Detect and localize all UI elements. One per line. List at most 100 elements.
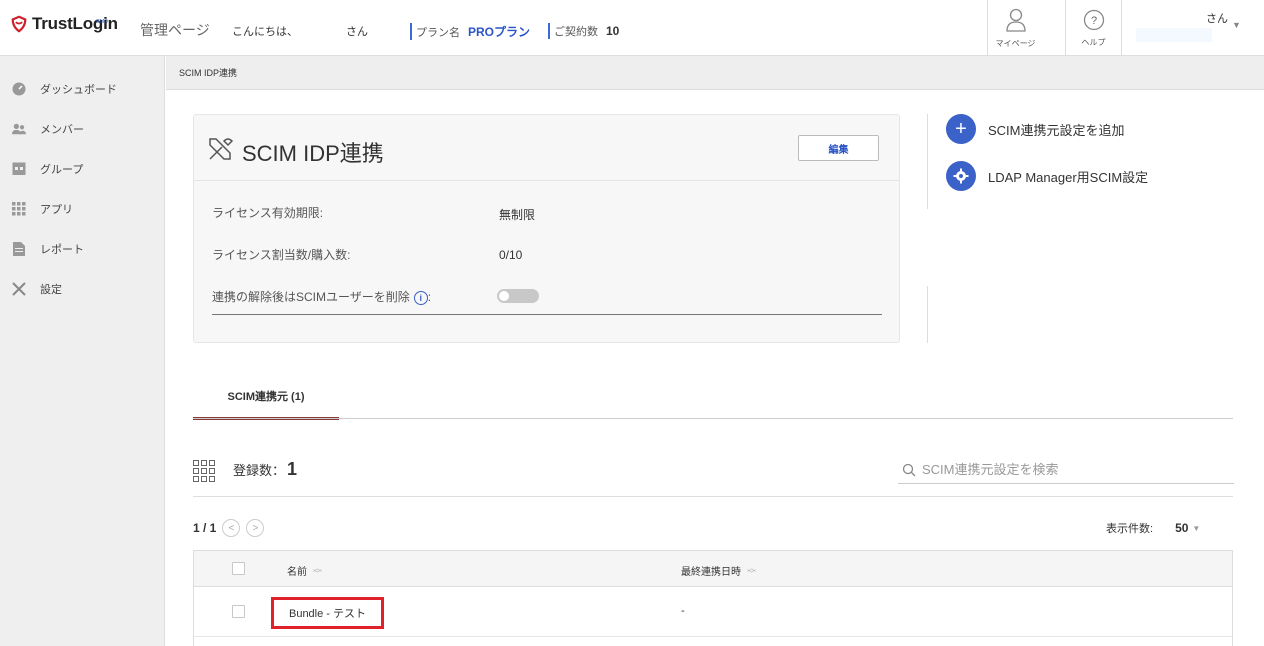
license-count-value: 0/10 xyxy=(499,248,523,262)
sidebar-item-members[interactable]: メンバー xyxy=(0,109,164,149)
gear-icon xyxy=(946,161,976,191)
sidebar-item-apps[interactable]: アプリ xyxy=(0,189,164,229)
sidebar-item-group[interactable]: グループ xyxy=(0,149,164,189)
plan-info: プラン名 PROプラン xyxy=(410,23,530,40)
sidebar-item-label: メンバー xyxy=(40,124,84,136)
plan-label: プラン名 xyxy=(416,26,460,39)
settings-tools-icon xyxy=(12,282,26,296)
column-header-last-sync-label: 最終連携日時 xyxy=(681,567,741,578)
shield-logo-icon xyxy=(11,15,27,33)
contract-info: ご契約数 10 xyxy=(548,23,619,39)
caret-down-icon: ▼ xyxy=(1232,20,1241,30)
card-divider xyxy=(212,314,882,315)
dashboard-icon xyxy=(12,82,26,96)
delete-after-unlink-colon: : xyxy=(427,290,432,304)
delete-after-unlink-label: 連携の解除後はSCIMユーザーを削除 i: xyxy=(212,288,431,305)
admin-page-label: 管理ページ xyxy=(140,22,210,38)
mypage-label: マイページ xyxy=(995,38,1036,48)
registered-count: 登録数： 1 xyxy=(233,459,297,480)
registered-count-value: 1 xyxy=(287,459,298,479)
logo-sub: GMO xyxy=(96,19,108,25)
ldap-manager-scim-action[interactable]: LDAP Manager用SCIM設定 xyxy=(946,161,1148,191)
sidebar-item-label: ダッシュボード xyxy=(40,84,117,96)
right-divider xyxy=(927,286,928,343)
grid-view-icon[interactable] xyxy=(193,460,215,482)
person-icon xyxy=(1005,8,1026,32)
sidebar-item-report[interactable]: レポート xyxy=(0,229,164,269)
row-name: Bundle - テスト xyxy=(288,608,367,620)
greeting: こんにちは、 さん xyxy=(232,23,368,39)
per-page-label: 表示件数: xyxy=(1106,523,1154,535)
page-indicator: 1 / 1 xyxy=(193,521,217,535)
delete-after-unlink-text: 連携の解除後はSCIMユーザーを削除 xyxy=(212,290,410,304)
row-checkbox[interactable] xyxy=(232,605,245,618)
tab-scim-sources[interactable]: SCIM連携元 (1) xyxy=(193,374,339,420)
user-sub-redacted xyxy=(1136,28,1212,42)
report-icon xyxy=(12,242,26,256)
top-header: TrustLogin GMO 管理ページ こんにちは、 さん プラン名 PROプ… xyxy=(0,0,1264,56)
help-label: ヘルプ xyxy=(1081,37,1106,47)
search-box xyxy=(898,456,1234,484)
caret-down-icon: ▼ xyxy=(1192,523,1201,533)
toggle-knob xyxy=(499,291,509,301)
scim-sources-table: 名前 ︿ ﹀ 最終連携日時 ︿ ﹀ Bundle - テスト - xyxy=(193,550,1233,646)
sidebar-item-label: グループ xyxy=(40,164,84,176)
user-name-redacted xyxy=(1140,10,1202,24)
per-page-value: 50 xyxy=(1175,521,1189,535)
add-scim-source-label: SCIM連携元設定を追加 xyxy=(988,122,1125,138)
user-menu[interactable]: さん ▼ xyxy=(1121,0,1264,56)
edit-button[interactable]: 編集 xyxy=(798,135,879,161)
card-title: SCIM IDP連携 xyxy=(242,141,384,166)
contract-value: 10 xyxy=(606,24,620,38)
column-header-last-sync[interactable]: 最終連携日時 ︿ ﹀ xyxy=(681,563,756,578)
members-icon xyxy=(12,122,26,136)
scim-idp-card: SCIM IDP連携 編集 ライセンス有効期限: 無制限 ライセンス割当数/購入… xyxy=(193,114,900,343)
help-icon: ? xyxy=(1083,9,1104,30)
column-header-name[interactable]: 名前 ︿ ﹀ xyxy=(287,563,322,578)
search-input[interactable] xyxy=(922,462,1222,477)
user-suffix: さん xyxy=(1206,13,1228,25)
license-count-label: ライセンス割当数/購入数: xyxy=(212,248,351,262)
pagination: 1 / 1 < > xyxy=(193,519,265,537)
column-header-name-label: 名前 xyxy=(287,567,307,578)
mypage-button[interactable]: マイページ xyxy=(987,0,1043,56)
tools-icon xyxy=(209,138,234,160)
row-last-sync: - xyxy=(681,605,685,617)
per-page-selector[interactable]: 表示件数: 50 ▼ xyxy=(1106,520,1200,536)
table-header: 名前 ︿ ﹀ 最終連携日時 ︿ ﹀ xyxy=(194,551,1232,587)
sidebar-item-dashboard[interactable]: ダッシュボード xyxy=(0,69,164,109)
delete-users-toggle[interactable] xyxy=(497,289,539,303)
select-all-checkbox[interactable] xyxy=(232,562,245,575)
prev-page-button[interactable]: < xyxy=(222,519,241,537)
breadcrumb: SCIM IDP連携 xyxy=(166,56,1264,90)
card-header: SCIM IDP連携 編集 xyxy=(194,115,899,181)
group-icon xyxy=(12,162,26,176)
next-page-button[interactable]: > xyxy=(246,519,265,537)
plan-value: PROプラン xyxy=(468,25,531,39)
greeting-prefix: こんにちは、 xyxy=(232,26,298,38)
add-scim-source-action[interactable]: + SCIM連携元設定を追加 xyxy=(946,114,1125,144)
table-row[interactable]: Bundle - テスト - xyxy=(194,587,1232,637)
sort-icon: ︿ ﹀ xyxy=(747,562,757,579)
license-expiry-value: 無制限 xyxy=(499,208,536,222)
count-divider xyxy=(193,496,1233,497)
sidebar-item-settings[interactable]: 設定 xyxy=(0,269,164,309)
plus-icon: + xyxy=(946,114,976,144)
apps-icon xyxy=(12,202,26,216)
user-name-redacted xyxy=(300,24,344,38)
contract-label: ご契約数 xyxy=(554,26,598,38)
ldap-manager-scim-label: LDAP Manager用SCIM設定 xyxy=(988,169,1149,185)
tab-divider xyxy=(193,418,1233,419)
svg-text:?: ? xyxy=(1090,15,1096,27)
sidebar: ダッシュボード メンバー グループ アプリ レポート 設定 xyxy=(0,56,165,646)
row-name-cell-highlighted[interactable]: Bundle - テスト xyxy=(271,597,384,629)
sidebar-item-label: 設定 xyxy=(40,284,62,296)
registered-count-label: 登録数： xyxy=(233,463,286,478)
greeting-suffix: さん xyxy=(346,26,368,38)
help-button[interactable]: ? ヘルプ xyxy=(1065,0,1121,56)
sort-icon: ︿ ﹀ xyxy=(313,562,323,579)
search-icon xyxy=(902,463,916,476)
license-expiry-label: ライセンス有効期限: xyxy=(212,206,324,220)
info-icon[interactable]: i xyxy=(413,290,428,305)
sidebar-item-label: レポート xyxy=(40,244,84,256)
